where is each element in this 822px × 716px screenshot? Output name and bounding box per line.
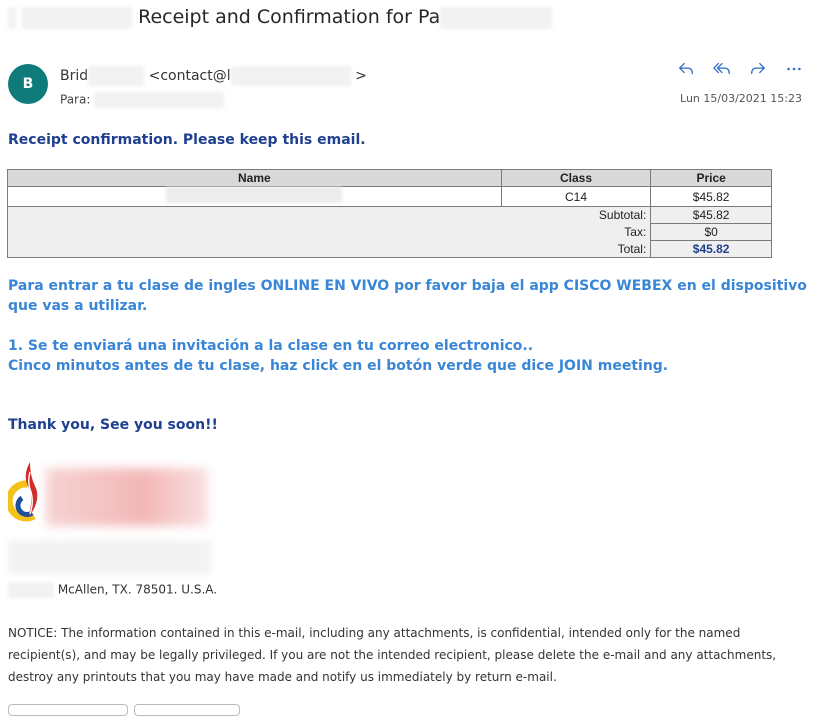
redacted-text bbox=[440, 6, 553, 29]
to-label: Para: bbox=[60, 92, 91, 107]
message-actions bbox=[676, 58, 804, 80]
item-price-cell: $45.82 bbox=[650, 186, 772, 207]
total-label: Total: bbox=[6, 240, 652, 258]
tax-value: $0 bbox=[650, 223, 772, 241]
instructions-step-1: 1. Se te enviará una invitación a la cla… bbox=[8, 338, 534, 354]
legal-notice: NOTICE: The information contained in thi… bbox=[8, 626, 777, 684]
column-header-name: Name bbox=[7, 169, 502, 187]
instructions-step-2: Cinco minutos antes de tu clase, haz cli… bbox=[8, 358, 669, 374]
sender-email-end: > bbox=[355, 68, 367, 84]
forward-icon bbox=[751, 62, 765, 75]
item-class-cell: C14 bbox=[500, 186, 652, 207]
tax-label: Tax: bbox=[6, 223, 652, 241]
more-actions-button[interactable] bbox=[784, 58, 804, 80]
column-header-price: Price bbox=[650, 169, 772, 187]
flame-logo-icon bbox=[8, 462, 38, 522]
subtotal-row: Subtotal: $45.82 bbox=[6, 206, 772, 224]
item-name-cell bbox=[7, 186, 502, 207]
instructions-paragraph-2: 1. Se te enviará una invitación a la cla… bbox=[8, 336, 808, 376]
reply-pill-button[interactable] bbox=[8, 704, 128, 716]
instructions-paragraph-1: Para entrar a tu clase de ingles ONLINE … bbox=[8, 278, 807, 314]
redacted-text bbox=[166, 187, 343, 203]
receipt-header-row: Name Class Price bbox=[7, 169, 772, 187]
redacted-text bbox=[8, 582, 54, 598]
company-logo bbox=[8, 458, 208, 526]
reply-all-button[interactable] bbox=[712, 58, 732, 80]
more-icon bbox=[787, 67, 801, 71]
redacted-text bbox=[22, 6, 133, 29]
forward-pill-button[interactable] bbox=[134, 704, 240, 716]
footer-address-text: McAllen, TX. 78501. U.S.A. bbox=[57, 582, 218, 597]
redacted-text bbox=[88, 66, 145, 86]
reply-button[interactable] bbox=[676, 58, 696, 80]
forward-button[interactable] bbox=[748, 58, 768, 80]
redacted-text bbox=[230, 66, 351, 86]
sender-line: Brid <contact@l > bbox=[60, 66, 367, 86]
redacted-text bbox=[8, 6, 16, 29]
subtotal-value: $45.82 bbox=[650, 206, 772, 224]
redacted-text bbox=[8, 540, 211, 574]
message-date: Lun 15/03/2021 15:23 bbox=[680, 92, 802, 105]
column-header-class: Class bbox=[500, 169, 652, 187]
redacted-text bbox=[94, 92, 225, 108]
closing-text: Thank you, See you soon!! bbox=[8, 417, 218, 433]
receipt-item-row: C14 $45.82 bbox=[7, 186, 772, 207]
instructions: Para entrar a tu clase de ingles ONLINE … bbox=[8, 276, 808, 396]
receipt-heading: Receipt confirmation. Please keep this e… bbox=[8, 132, 366, 148]
total-row: Total: $45.82 bbox=[6, 240, 772, 258]
receipt-table: Name Class Price C14 $45.82 Subtotal: $4… bbox=[6, 169, 772, 258]
sender-email[interactable]: <contact@l bbox=[149, 68, 231, 84]
redacted-logo-text bbox=[46, 468, 208, 526]
tax-row: Tax: $0 bbox=[6, 223, 772, 241]
email-subject: Receipt and Confirmation for Pa bbox=[8, 6, 553, 29]
footer-address: McAllen, TX. 78501. U.S.A. bbox=[8, 582, 217, 598]
sender-name[interactable]: Brid bbox=[60, 68, 88, 84]
total-value: $45.82 bbox=[650, 240, 772, 258]
reply-all-icon bbox=[713, 62, 730, 75]
sender-avatar[interactable]: B bbox=[8, 64, 48, 104]
reply-icon bbox=[679, 62, 693, 75]
email-subject-text: Receipt and Confirmation for Pa bbox=[138, 6, 441, 28]
recipient-line: Para: bbox=[60, 92, 225, 108]
subtotal-label: Subtotal: bbox=[6, 206, 652, 224]
